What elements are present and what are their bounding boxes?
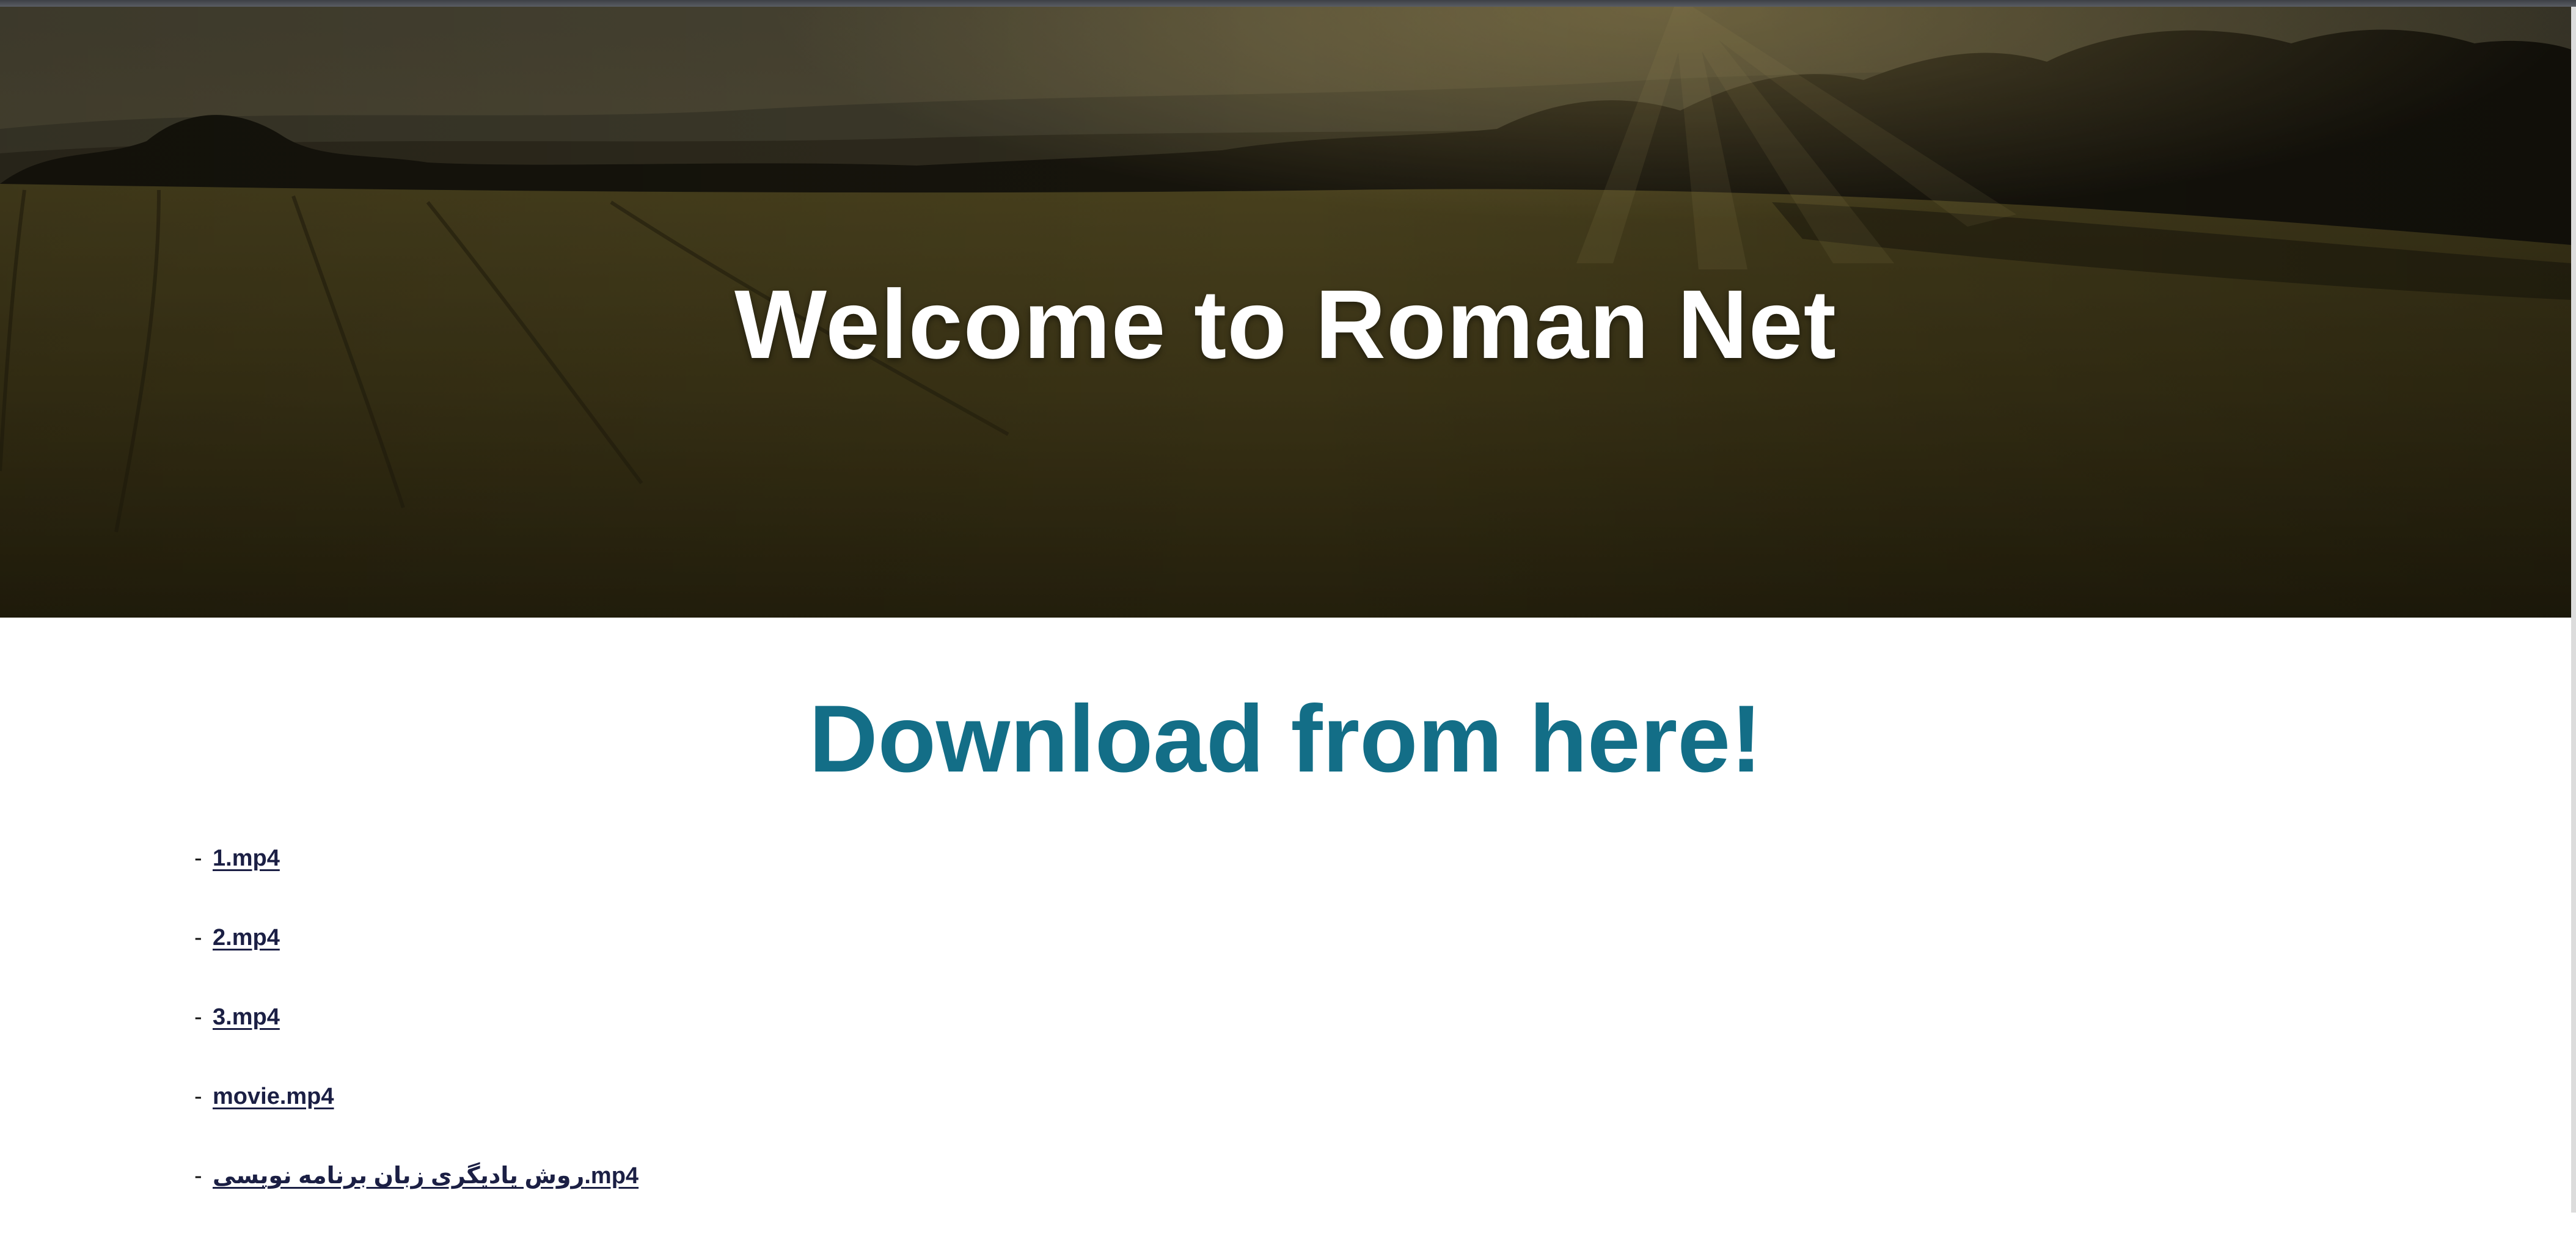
file-link-1-mp4[interactable]: 1.mp4 [213,845,280,871]
list-item: - movie.mp4 [194,1078,639,1158]
browser-top-edge [0,0,2576,7]
file-link-persian-mp4[interactable]: روش یادیگری زبان برنامه نویسی.mp4 [213,1163,639,1189]
list-dash: - [194,845,202,871]
file-link-movie-mp4[interactable]: movie.mp4 [213,1084,334,1109]
file-link-3-mp4[interactable]: 3.mp4 [213,1004,280,1030]
list-dash: - [194,1163,202,1189]
page-right-edge [2571,7,2576,1213]
list-item: - روش یادیگری زبان برنامه نویسی.mp4 [194,1158,639,1237]
list-dash: - [194,1004,202,1030]
list-dash: - [194,925,202,951]
list-item: -1.mp4 [194,840,639,919]
download-file-list: -1.mp4 -2.mp4 -3.mp4 - movie.mp4 - روش یاد… [194,840,639,1237]
file-link-2-mp4[interactable]: 2.mp4 [213,925,280,951]
list-dash: - [194,1084,202,1109]
hero-title: Welcome to Roman Net [734,269,1837,379]
list-item: -3.mp4 [194,999,639,1078]
list-item: -2.mp4 [194,919,639,999]
download-heading: Download from here! [808,686,1763,792]
hero-banner: Welcome to Roman Net [0,7,2571,618]
